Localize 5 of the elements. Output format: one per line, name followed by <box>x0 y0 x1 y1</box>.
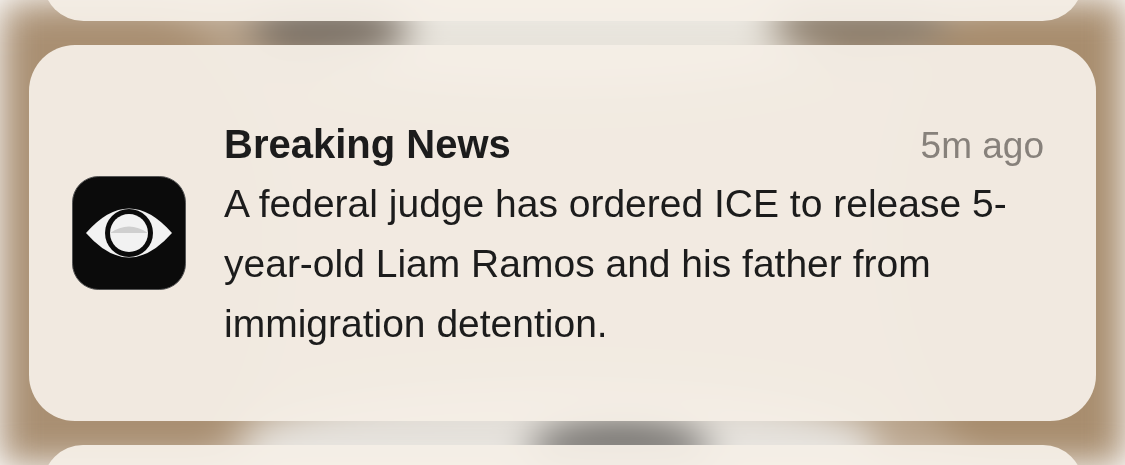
notification-title: Breaking News <box>224 121 511 168</box>
timestamp: 5m ago <box>920 125 1044 167</box>
eye-icon <box>72 176 186 290</box>
notification-card[interactable]: Breaking News 5m ago A federal judge has ordered ICE to release 5-year-old Liam Ramos and his father from immigration detention. <box>29 45 1096 421</box>
notification-body: A federal judge has ordered ICE to release 5-year-old Liam Ramos and his father from immigration detention. <box>224 181 1008 347</box>
